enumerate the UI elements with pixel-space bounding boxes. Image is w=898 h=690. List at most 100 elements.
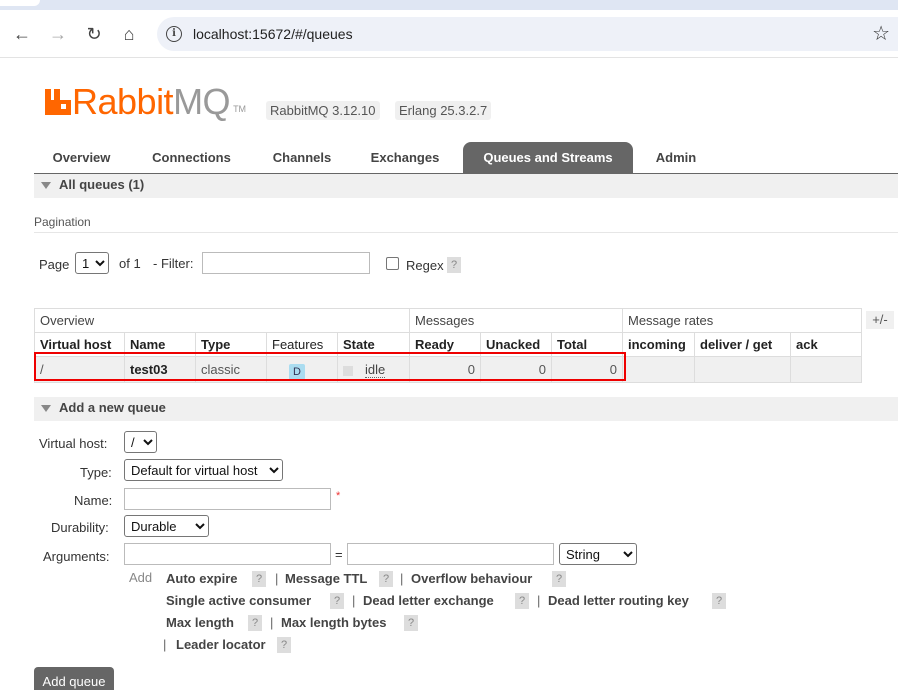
reload-icon[interactable]: ↻ bbox=[82, 22, 106, 46]
cell-incoming bbox=[622, 356, 695, 383]
state-label: idle bbox=[365, 362, 386, 378]
tab-overview[interactable]: Overview bbox=[34, 142, 129, 173]
logo-rabbit: Rabbit bbox=[72, 81, 174, 122]
option-leader-locator[interactable]: Leader locator bbox=[176, 637, 266, 652]
help-icon[interactable]: ? bbox=[330, 593, 344, 609]
tab-admin[interactable]: Admin bbox=[640, 142, 712, 173]
logo-wordmark: RabbitMQ bbox=[72, 81, 231, 122]
collapse-triangle-icon bbox=[41, 182, 51, 189]
vhost-select[interactable]: / bbox=[124, 431, 157, 453]
help-icon[interactable]: ? bbox=[515, 593, 529, 609]
separator: | bbox=[352, 593, 356, 608]
main-nav-tabs: Overview Connections Channels Exchanges … bbox=[34, 142, 898, 174]
state-indicator-icon bbox=[343, 365, 353, 376]
option-single-active-consumer[interactable]: Single active consumer bbox=[166, 593, 311, 608]
all-queues-header[interactable]: All queues (1) bbox=[34, 174, 898, 198]
cell-unacked: 0 bbox=[480, 356, 552, 383]
durability-label: Durability: bbox=[51, 520, 109, 535]
equals-sign: = bbox=[335, 547, 343, 562]
cell-deliver-get bbox=[694, 356, 791, 383]
table-group-header-row: Overview Messages Message rates bbox=[34, 308, 862, 333]
option-max-length-bytes[interactable]: Max length bytes bbox=[281, 615, 386, 630]
cell-features: D bbox=[266, 356, 338, 383]
separator: | bbox=[537, 593, 541, 608]
logo-mq: MQ bbox=[173, 81, 231, 122]
col-incoming[interactable]: incoming bbox=[622, 332, 695, 357]
regex-checkbox[interactable] bbox=[386, 257, 399, 270]
option-dead-letter-exchange[interactable]: Dead letter exchange bbox=[363, 593, 494, 608]
argument-type-select[interactable]: String bbox=[559, 543, 637, 565]
filter-input[interactable] bbox=[202, 252, 370, 274]
separator: | bbox=[400, 571, 404, 586]
col-ack[interactable]: ack bbox=[790, 332, 862, 357]
browser-toolbar: ← → ↻ ⌂ i localhost:15672/#/queues ☆ bbox=[0, 10, 898, 58]
argument-value-input[interactable] bbox=[347, 543, 554, 565]
cell-total: 0 bbox=[551, 356, 623, 383]
rabbitmq-logo[interactable]: RabbitMQ TM bbox=[44, 84, 246, 120]
tab-queues-and-streams[interactable]: Queues and Streams bbox=[463, 142, 633, 173]
help-icon[interactable]: ? bbox=[712, 593, 726, 609]
erlang-version-badge: Erlang 25.3.2.7 bbox=[395, 101, 492, 120]
separator: | bbox=[275, 571, 279, 586]
help-icon[interactable]: ? bbox=[379, 571, 393, 587]
help-icon[interactable]: ? bbox=[404, 615, 418, 631]
col-unacked[interactable]: Unacked bbox=[480, 332, 552, 357]
col-name[interactable]: Name bbox=[124, 332, 196, 357]
col-virtual-host[interactable]: Virtual host bbox=[34, 332, 125, 357]
separator: | bbox=[163, 637, 167, 652]
name-label: Name: bbox=[74, 493, 113, 508]
option-auto-expire[interactable]: Auto expire bbox=[166, 571, 238, 586]
page-select[interactable]: 1 bbox=[75, 252, 109, 274]
vhost-label: Virtual host: bbox=[39, 436, 108, 451]
queue-name-input[interactable] bbox=[124, 488, 331, 510]
add-queue-header[interactable]: Add a new queue bbox=[34, 397, 898, 421]
regex-label: Regex bbox=[406, 258, 444, 273]
group-overview: Overview bbox=[34, 308, 410, 333]
add-argument-label: Add bbox=[129, 570, 153, 585]
pagination-heading: Pagination bbox=[34, 215, 898, 233]
cell-ready: 0 bbox=[409, 356, 481, 383]
forward-icon[interactable]: → bbox=[46, 22, 70, 46]
queue-type-select[interactable]: Default for virtual host bbox=[124, 459, 283, 481]
cell-queue-name-link[interactable]: test03 bbox=[124, 356, 196, 383]
browser-tab[interactable] bbox=[0, 0, 40, 6]
col-total[interactable]: Total bbox=[551, 332, 623, 357]
back-icon[interactable]: ← bbox=[10, 22, 34, 46]
separator: | bbox=[270, 615, 274, 630]
site-info-icon[interactable]: i bbox=[166, 26, 182, 42]
regex-help-icon[interactable]: ? bbox=[447, 257, 461, 273]
url-text[interactable]: localhost:15672/#/queues bbox=[193, 26, 353, 42]
col-ready[interactable]: Ready bbox=[409, 332, 481, 357]
help-icon[interactable]: ? bbox=[277, 637, 291, 653]
cell-state: idle bbox=[337, 356, 410, 383]
option-message-ttl[interactable]: Message TTL bbox=[285, 571, 367, 586]
option-overflow-behaviour[interactable]: Overflow behaviour bbox=[411, 571, 532, 586]
rabbitmq-logo-icon bbox=[45, 89, 71, 115]
all-queues-title: All queues (1) bbox=[59, 177, 145, 192]
help-icon[interactable]: ? bbox=[252, 571, 266, 587]
table-column-header-row: Virtual host Name Type Features State Re… bbox=[34, 332, 862, 357]
add-queue-button[interactable]: Add queue bbox=[34, 667, 114, 690]
tab-exchanges[interactable]: Exchanges bbox=[356, 142, 454, 173]
col-state[interactable]: State bbox=[337, 332, 410, 357]
help-icon[interactable]: ? bbox=[248, 615, 262, 631]
col-type[interactable]: Type bbox=[195, 332, 267, 357]
cell-vhost: / bbox=[34, 356, 125, 383]
column-toggle-button[interactable]: +/- bbox=[866, 311, 894, 329]
col-features: Features bbox=[266, 332, 338, 357]
home-icon[interactable]: ⌂ bbox=[117, 22, 141, 46]
tab-connections[interactable]: Connections bbox=[134, 142, 249, 173]
tab-channels[interactable]: Channels bbox=[256, 142, 348, 173]
table-row[interactable]: / test03 classic D idle 0 0 0 bbox=[34, 356, 862, 383]
add-queue-title: Add a new queue bbox=[59, 400, 166, 415]
option-dead-letter-routing-key[interactable]: Dead letter routing key bbox=[548, 593, 689, 608]
argument-key-input[interactable] bbox=[124, 543, 331, 565]
bookmark-star-icon[interactable]: ☆ bbox=[872, 21, 890, 46]
help-icon[interactable]: ? bbox=[552, 571, 566, 587]
durability-select[interactable]: Durable bbox=[124, 515, 209, 537]
col-deliver-get[interactable]: deliver / get bbox=[694, 332, 791, 357]
option-max-length[interactable]: Max length bbox=[166, 615, 234, 630]
address-bar[interactable]: i localhost:15672/#/queues ☆ bbox=[157, 17, 898, 51]
arguments-label: Arguments: bbox=[43, 549, 110, 564]
group-messages: Messages bbox=[409, 308, 623, 333]
